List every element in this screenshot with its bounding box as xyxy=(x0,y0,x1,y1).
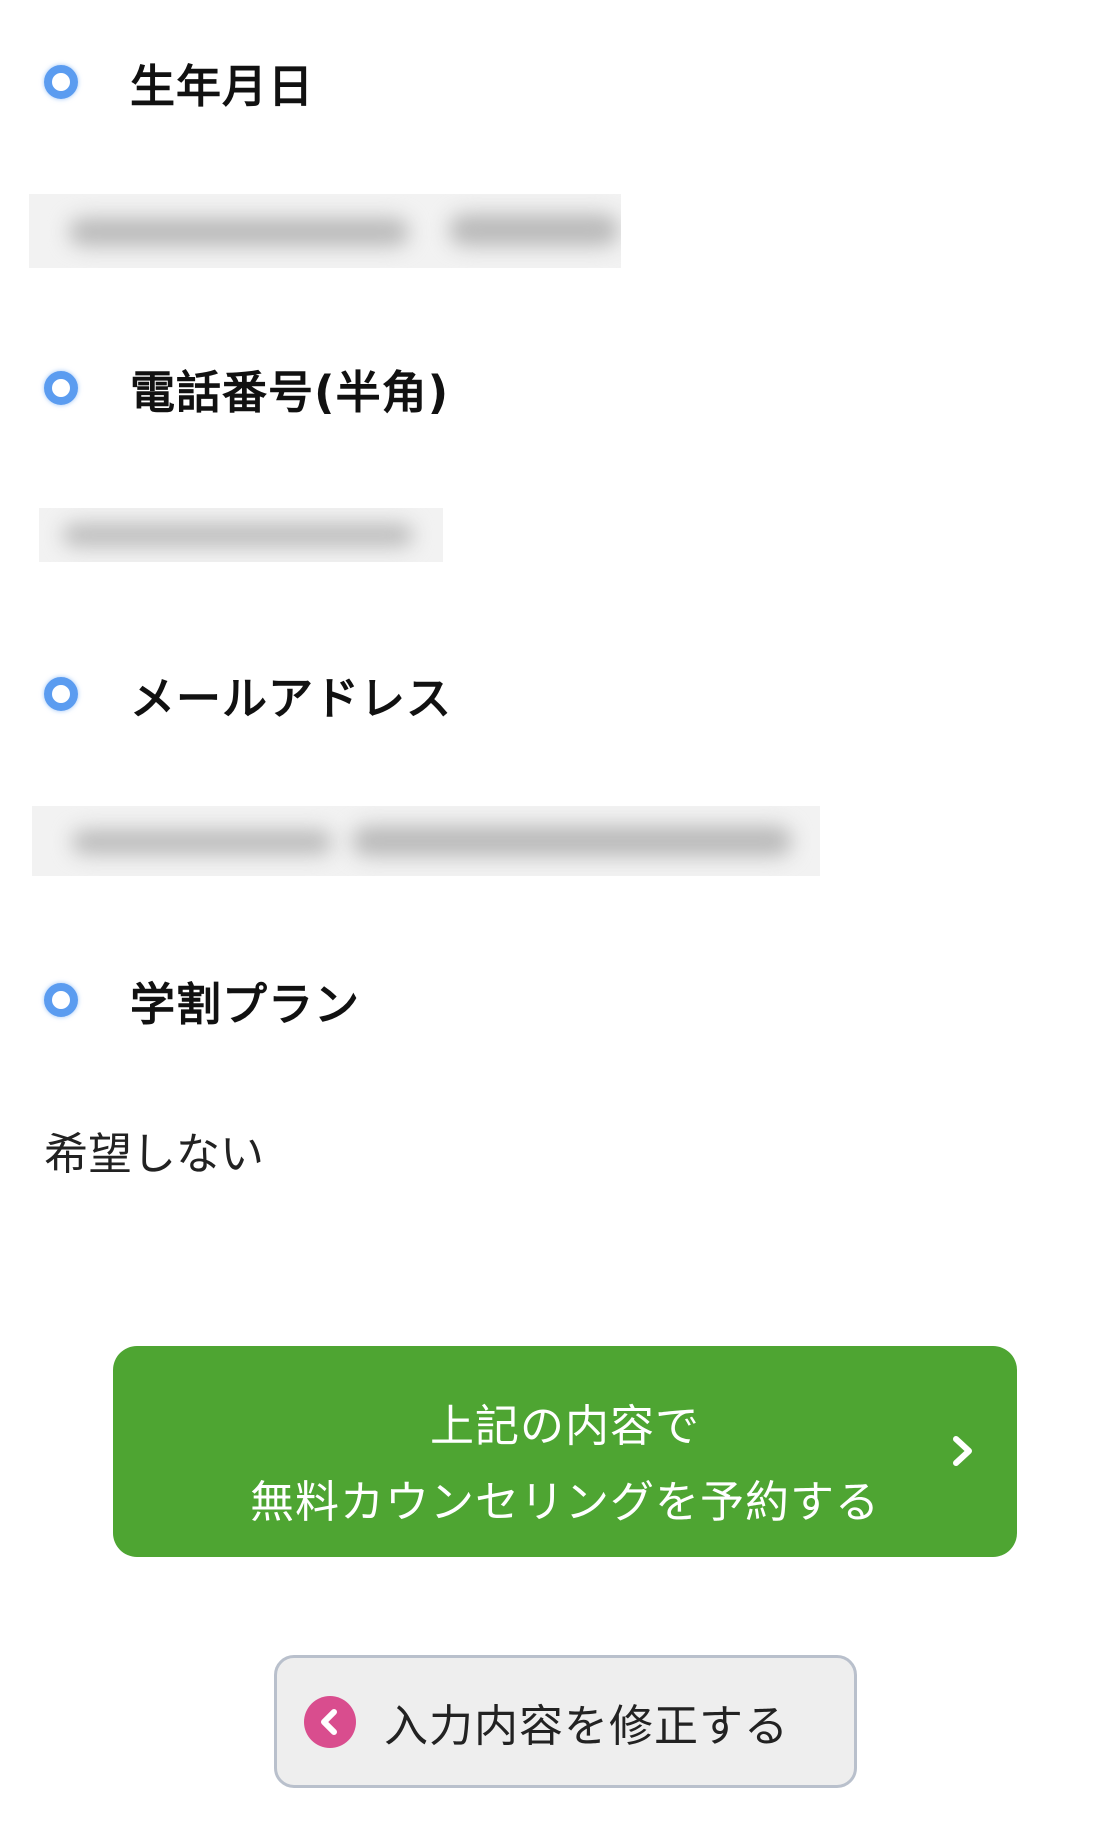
submit-reservation-button[interactable]: 上記の内容で 無料カウンセリングを予約する xyxy=(113,1346,1017,1557)
ring-icon xyxy=(44,677,78,711)
field-label: 生年月日 xyxy=(130,59,315,113)
redacted-bar xyxy=(352,826,792,856)
field-label-row: 電話番号(半角) xyxy=(44,348,449,428)
redacted-value xyxy=(39,508,443,562)
field-value: 希望しない xyxy=(44,1129,264,1180)
edit-input-button[interactable]: 入力内容を修正する xyxy=(274,1655,857,1788)
redacted-bar xyxy=(63,524,413,546)
field-label-row: 学割プラン xyxy=(44,960,360,1040)
field-label-row: 生年月日 xyxy=(44,42,314,122)
ring-icon xyxy=(44,371,78,405)
ring-icon xyxy=(44,983,78,1017)
edit-button-label: 入力内容を修正する xyxy=(384,1700,789,1752)
submit-label-line2: 無料カウンセリングを予約する xyxy=(250,1477,880,1528)
ring-icon xyxy=(44,65,78,99)
back-circle-icon xyxy=(304,1695,356,1748)
field-label: 学割プラン xyxy=(130,977,361,1031)
redacted-value xyxy=(32,806,820,876)
redacted-value xyxy=(29,194,621,268)
submit-label-line1: 上記の内容で xyxy=(430,1401,700,1452)
redacted-bar xyxy=(449,214,619,246)
field-label: 電話番号(半角) xyxy=(130,365,450,419)
redacted-bar xyxy=(69,218,409,246)
field-label-row: メールアドレス xyxy=(44,654,452,734)
field-label: メールアドレス xyxy=(130,671,453,725)
redacted-bar xyxy=(72,830,332,854)
chevron-right-icon xyxy=(953,1436,972,1466)
